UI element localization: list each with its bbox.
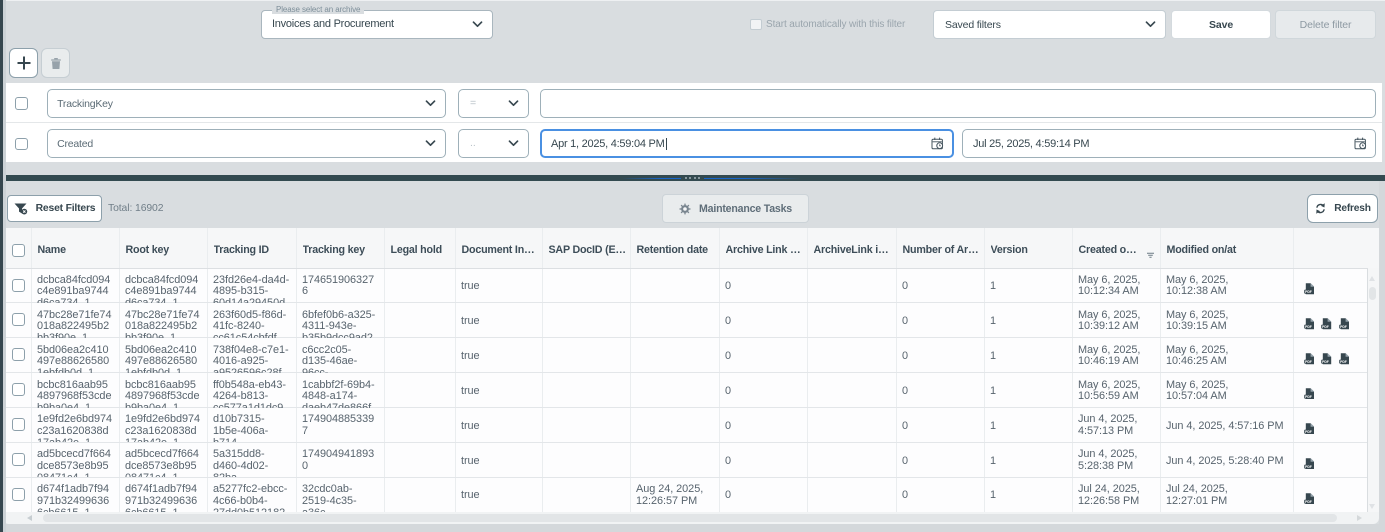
svg-text:PDF: PDF [1305, 499, 1312, 503]
svg-text:PDF: PDF [1305, 290, 1312, 294]
svg-text:PDF: PDF [1340, 360, 1347, 364]
svg-text:PDF: PDF [1322, 325, 1329, 329]
svg-text:PDF: PDF [1322, 360, 1329, 364]
svg-text:PDF: PDF [1305, 325, 1312, 329]
svg-text:PDF: PDF [1340, 325, 1347, 329]
svg-text:PDF: PDF [1305, 360, 1312, 364]
svg-text:PDF: PDF [1305, 395, 1312, 399]
svg-text:PDF: PDF [1305, 430, 1312, 434]
svg-text:PDF: PDF [1305, 465, 1312, 469]
